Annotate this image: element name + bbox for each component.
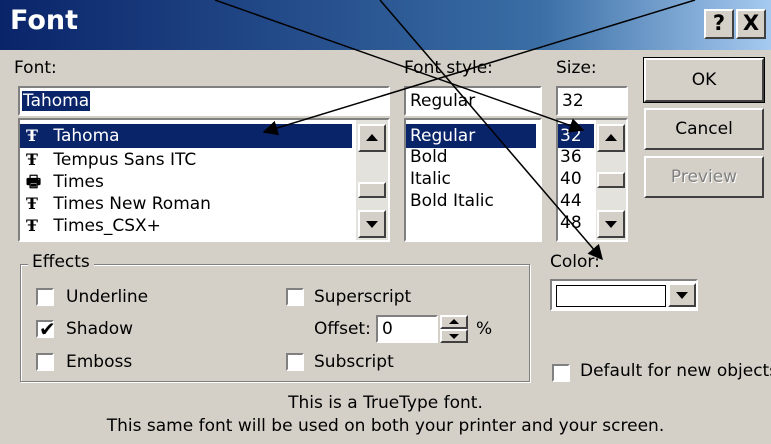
- annotation-arrow: [262, 0, 696, 136]
- annotation-arrow: [214, 0, 585, 133]
- annotation-arrows: [214, 0, 696, 261]
